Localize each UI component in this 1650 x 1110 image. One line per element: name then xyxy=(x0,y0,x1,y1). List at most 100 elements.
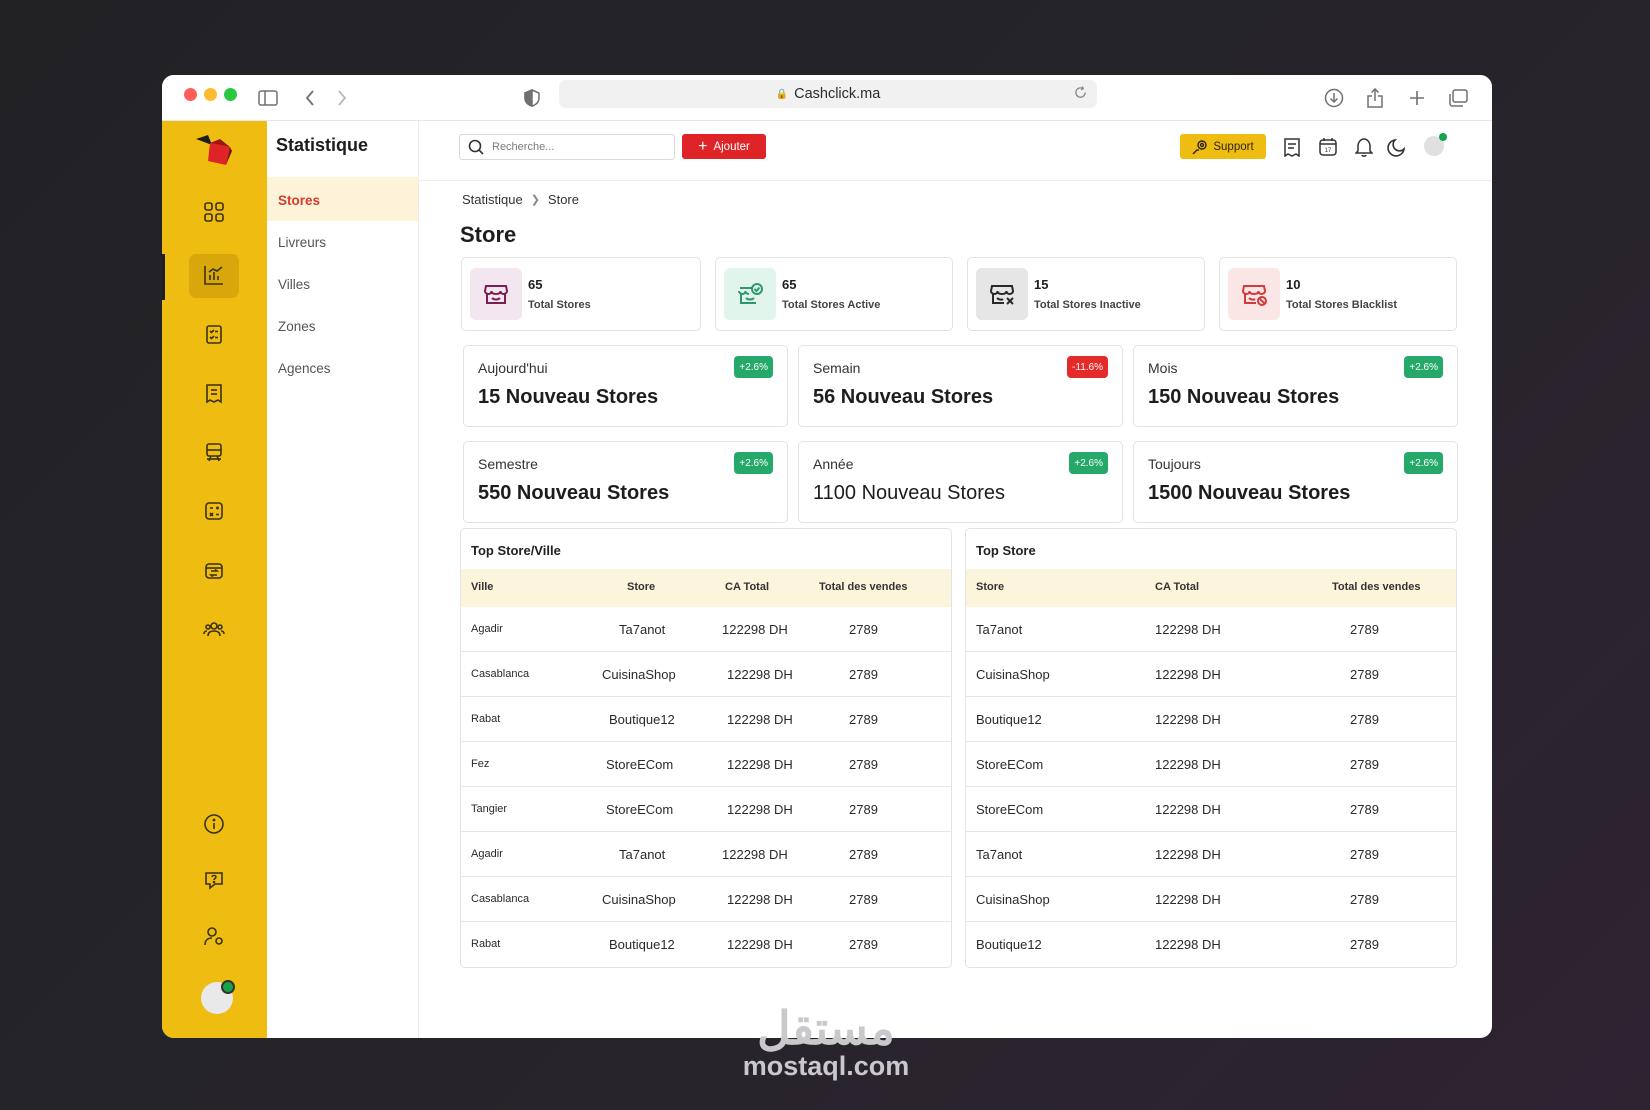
task-list-icon[interactable] xyxy=(198,318,230,350)
column-header[interactable]: Ville xyxy=(471,581,493,593)
user-avatar[interactable] xyxy=(201,980,235,1014)
stat-label: Année xyxy=(813,456,854,472)
search-input[interactable]: Recherche... xyxy=(459,134,675,160)
statistics-icon[interactable] xyxy=(198,259,230,291)
dashboard-icon[interactable] xyxy=(198,196,230,228)
support-button[interactable]: Support xyxy=(1180,134,1266,159)
help-chat-icon[interactable] xyxy=(198,864,230,896)
support-icon xyxy=(1192,139,1208,154)
cell-total-vendes: 2789 xyxy=(1350,937,1379,952)
kpi-card-active: 65 Total Stores Active xyxy=(715,257,953,331)
column-header[interactable]: Store xyxy=(976,581,1004,593)
stat-value: 1500 Nouveau Stores xyxy=(1148,482,1351,504)
reload-icon[interactable] xyxy=(1074,86,1087,103)
table-row[interactable]: StoreECom 122298 DH 2789 xyxy=(966,742,1456,787)
table-row[interactable]: Casablanca CuisinaShop 122298 DH 2789 xyxy=(461,652,951,697)
kpi-label: Total Stores xyxy=(528,299,591,311)
table-row[interactable]: Agadir Ta7anot 122298 DH 2789 xyxy=(461,832,951,877)
cell-store: CuisinaShop xyxy=(976,892,1050,907)
table-row[interactable]: Ta7anot 122298 DH 2789 xyxy=(966,607,1456,652)
nav-item-villes[interactable]: Villes xyxy=(267,261,418,305)
table-row[interactable]: Agadir Ta7anot 122298 DH 2789 xyxy=(461,607,951,652)
info-icon[interactable] xyxy=(198,808,230,840)
breadcrumb: Statistique ❯ Store xyxy=(462,192,579,207)
tabs-overview-icon[interactable] xyxy=(1444,84,1472,112)
add-button[interactable]: + Ajouter xyxy=(682,134,766,159)
sidebar-toggle-icon[interactable] xyxy=(254,84,282,112)
table-row[interactable]: Rabat Boutique12 122298 DH 2789 xyxy=(461,922,951,967)
breadcrumb-item-statistique[interactable]: Statistique xyxy=(462,192,523,207)
nav-item-livreurs[interactable]: Livreurs xyxy=(267,219,418,263)
table-row[interactable]: Tangier StoreECom 122298 DH 2789 xyxy=(461,787,951,832)
nav-item-agences[interactable]: Agences xyxy=(267,345,418,389)
stat-card-semester: Semestre 550 Nouveau Stores +2.6% xyxy=(463,441,788,523)
calculator-icon[interactable] xyxy=(198,495,230,527)
download-icon[interactable] xyxy=(1320,84,1348,112)
kpi-value: 65 xyxy=(528,277,543,292)
new-tab-icon[interactable] xyxy=(1403,84,1431,112)
profile-avatar[interactable] xyxy=(1424,133,1447,156)
cell-store: CuisinaShop xyxy=(602,892,676,907)
column-header[interactable]: Total des vendes xyxy=(819,581,907,593)
address-bar[interactable]: 🔒 Cashclick.ma xyxy=(559,80,1097,108)
kpi-label: Total Stores Blacklist xyxy=(1286,299,1398,311)
column-header[interactable]: CA Total xyxy=(725,581,769,593)
table-row[interactable]: CuisinaShop 122298 DH 2789 xyxy=(966,652,1456,697)
cell-ca-total: 122298 DH xyxy=(1155,847,1221,862)
close-window-button[interactable] xyxy=(184,88,197,101)
column-header[interactable]: Total des vendes xyxy=(1332,581,1420,593)
cell-ca-total: 122298 DH xyxy=(1155,667,1221,682)
stat-value: 1100 Nouveau Stores xyxy=(813,482,1005,504)
column-header[interactable]: Store xyxy=(627,581,655,593)
nav-item-zones[interactable]: Zones xyxy=(267,303,418,347)
receipt-icon[interactable] xyxy=(1280,135,1304,159)
top-store-ville-table: Top Store/Ville Ville Store CA Total Tot… xyxy=(460,528,952,968)
transfer-icon[interactable] xyxy=(198,554,230,586)
search-icon xyxy=(468,139,484,155)
table-row[interactable]: Casablanca CuisinaShop 122298 DH 2789 xyxy=(461,877,951,922)
trend-badge: +2.6% xyxy=(1069,452,1108,474)
cell-ville: Casablanca xyxy=(471,893,530,905)
cell-ville: Fez xyxy=(471,758,490,770)
cell-total-vendes: 2789 xyxy=(1350,892,1379,907)
table-row[interactable]: CuisinaShop 122298 DH 2789 xyxy=(966,877,1456,922)
back-icon[interactable] xyxy=(296,84,324,112)
invoice-icon[interactable] xyxy=(198,377,230,409)
table-title: Top Store xyxy=(976,543,1036,558)
notification-bell-icon[interactable] xyxy=(1352,135,1376,159)
forward-icon[interactable] xyxy=(328,84,356,112)
cell-store: CuisinaShop xyxy=(602,667,676,682)
cell-store: StoreECom xyxy=(976,757,1044,772)
cell-total-vendes: 2789 xyxy=(1350,847,1379,862)
table-row[interactable]: StoreECom 122298 DH 2789 xyxy=(966,787,1456,832)
minimize-window-button[interactable] xyxy=(204,88,217,101)
cell-ville: Rabat xyxy=(471,938,501,950)
table-row[interactable]: Ta7anot 122298 DH 2789 xyxy=(966,832,1456,877)
cell-total-vendes: 2789 xyxy=(849,892,878,907)
brand-logo[interactable] xyxy=(190,131,238,171)
cell-store: Boutique12 xyxy=(976,712,1042,727)
cell-store: Boutique12 xyxy=(609,937,675,952)
column-header[interactable]: CA Total xyxy=(1155,581,1199,593)
user-settings-icon[interactable] xyxy=(198,920,230,952)
delivery-truck-icon[interactable] xyxy=(198,436,230,468)
svg-text:17: 17 xyxy=(1325,148,1332,154)
users-icon[interactable] xyxy=(198,613,230,645)
table-row[interactable]: Boutique12 122298 DH 2789 xyxy=(966,922,1456,967)
dark-mode-icon[interactable] xyxy=(1385,135,1409,159)
table-title: Top Store/Ville xyxy=(471,543,561,558)
icon-rail xyxy=(162,121,267,1038)
calendar-icon[interactable]: 17 xyxy=(1316,135,1340,159)
cell-ville: Agadir xyxy=(471,848,503,860)
table-row[interactable]: Boutique12 122298 DH 2789 xyxy=(966,697,1456,742)
table-row[interactable]: Rabat Boutique12 122298 DH 2789 xyxy=(461,697,951,742)
shield-icon[interactable] xyxy=(518,84,546,112)
share-icon[interactable] xyxy=(1361,84,1389,112)
stat-value: 56 Nouveau Stores xyxy=(813,386,994,408)
watermark-arabic: مستقل xyxy=(757,1002,895,1054)
table-row[interactable]: Fez StoreECom 122298 DH 2789 xyxy=(461,742,951,787)
maximize-window-button[interactable] xyxy=(224,88,237,101)
stat-value: 15 Nouveau Stores xyxy=(478,386,659,408)
cell-store: Boutique12 xyxy=(609,712,675,727)
nav-item-stores[interactable]: Stores xyxy=(267,177,418,221)
